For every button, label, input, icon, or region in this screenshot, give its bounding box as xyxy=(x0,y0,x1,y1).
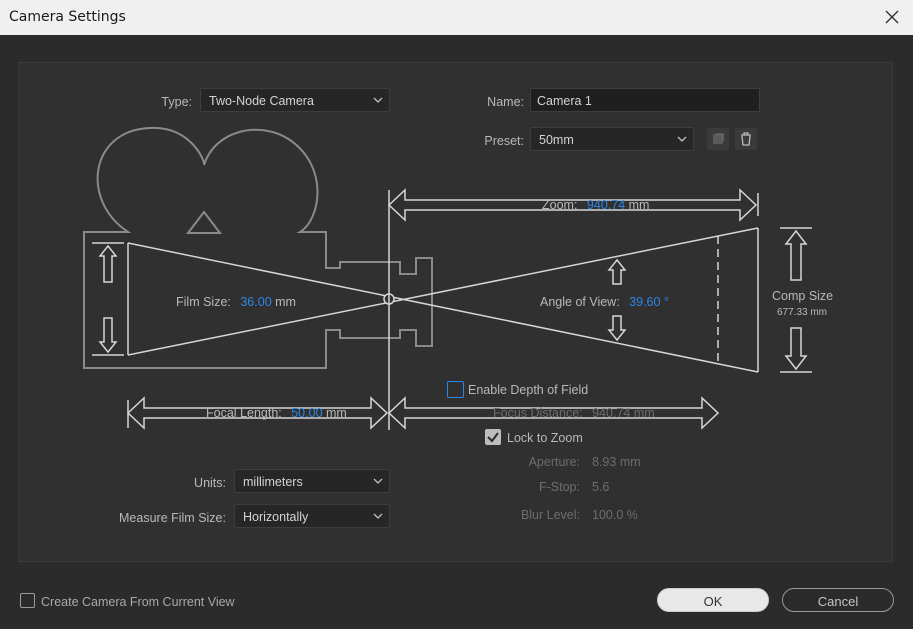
zoom-field: Zoom: 940.74 mm xyxy=(542,198,649,212)
save-preset-icon xyxy=(713,133,724,144)
save-preset-button[interactable] xyxy=(707,128,729,150)
film-size-field: Film Size: 36.00 mm xyxy=(176,295,296,309)
aperture-label: Aperture: xyxy=(528,455,580,469)
ok-button[interactable]: OK xyxy=(657,588,769,612)
zoom-value[interactable]: 940.74 xyxy=(587,198,625,212)
lock-to-zoom-label: Lock to Zoom xyxy=(507,431,583,445)
focus-distance-label: Focus Distance: xyxy=(493,406,583,420)
chevron-down-icon xyxy=(677,136,687,142)
focus-distance-unit: mm xyxy=(633,406,655,420)
chevron-down-icon xyxy=(373,97,383,103)
focal-length-label: Focal Length: xyxy=(206,406,282,420)
create-from-view-label: Create Camera From Current View xyxy=(41,595,235,609)
chevron-down-icon xyxy=(373,513,383,519)
measure-film-size-value: Horizontally xyxy=(243,510,309,524)
comp-size-label: Comp Size xyxy=(772,289,834,303)
focus-distance-field: Focus Distance: 940.74 mm xyxy=(493,406,655,420)
angle-of-view-unit: ° xyxy=(663,295,669,309)
blur-level-value: 100.0 xyxy=(592,508,624,522)
film-size-value[interactable]: 36.00 xyxy=(240,295,271,309)
aperture-value: 8.93 xyxy=(592,455,617,469)
zoom-unit: mm xyxy=(628,198,650,212)
type-label: Type: xyxy=(161,95,192,109)
name-input[interactable]: Camera 1 xyxy=(530,88,760,112)
preset-label: Preset: xyxy=(484,134,524,148)
lock-to-zoom-checkbox[interactable] xyxy=(485,429,501,445)
type-value: Two-Node Camera xyxy=(209,94,314,108)
depth-of-field-checkbox[interactable] xyxy=(447,381,464,398)
trash-icon xyxy=(741,132,751,146)
preset-dropdown[interactable]: 50mm xyxy=(530,127,694,151)
blur-level-field: 100.0 % xyxy=(592,508,638,522)
name-label: Name: xyxy=(487,95,524,109)
delete-preset-button[interactable] xyxy=(735,128,757,150)
angle-of-view-field: Angle of View: 39.60 ° xyxy=(540,295,669,309)
focus-distance-value: 940.74 xyxy=(592,406,631,420)
blur-level-label: Blur Level: xyxy=(520,508,580,522)
comp-size-value: 677.33 mm xyxy=(776,307,828,318)
blur-level-unit: % xyxy=(626,508,638,522)
aperture-field: 8.93 mm xyxy=(592,455,641,469)
cancel-button[interactable]: Cancel xyxy=(782,588,894,612)
focal-length-value[interactable]: 50.00 xyxy=(291,406,322,420)
chevron-down-icon xyxy=(373,478,383,484)
film-size-unit: mm xyxy=(275,295,296,309)
aperture-unit: mm xyxy=(619,455,641,469)
units-value: millimeters xyxy=(243,475,303,489)
angle-of-view-value[interactable]: 39.60 xyxy=(629,295,660,309)
focal-length-field: Focal Length: 50.00 mm xyxy=(206,406,347,420)
zoom-label: Zoom: xyxy=(542,198,578,212)
depth-of-field-label: Enable Depth of Field xyxy=(468,383,589,397)
fstop-label: F-Stop: xyxy=(539,480,580,494)
focal-length-unit: mm xyxy=(326,406,347,420)
units-dropdown[interactable]: millimeters xyxy=(234,469,390,493)
measure-film-size-dropdown[interactable]: Horizontally xyxy=(234,504,390,528)
fstop-value: 5.6 xyxy=(592,480,610,494)
type-dropdown[interactable]: Two-Node Camera xyxy=(200,88,390,112)
units-label: Units: xyxy=(194,476,226,490)
measure-film-size-label: Measure Film Size: xyxy=(119,511,226,525)
create-from-view-checkbox[interactable] xyxy=(20,593,35,608)
checkmark-icon xyxy=(487,432,499,443)
preset-value: 50mm xyxy=(539,133,574,147)
film-size-label: Film Size: xyxy=(176,295,231,309)
angle-of-view-label: Angle of View: xyxy=(540,295,620,309)
